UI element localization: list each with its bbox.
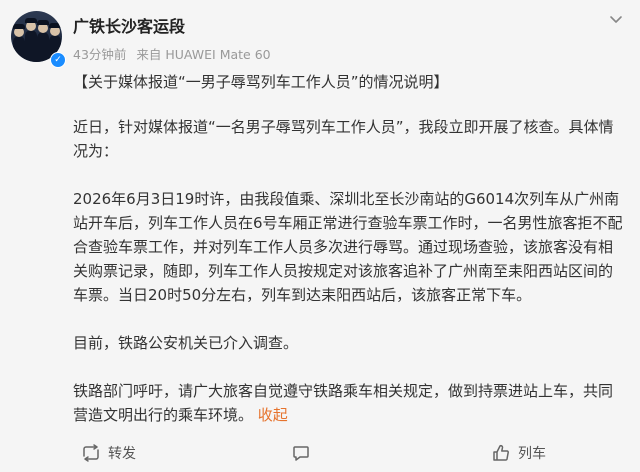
post-paragraph: 2026年6月3日19时许，由我段值乘、深圳北至长沙南站的G6014次列车从广州… — [73, 190, 623, 304]
like-icon — [493, 444, 509, 461]
like-label: 列车 — [518, 446, 546, 462]
post-meta: 43分钟前 来自 HUAWEI Mate 60 — [73, 44, 277, 63]
post-time: 43分钟前 — [73, 47, 127, 62]
post-title: 【关于媒体报道“一男子辱骂列车工作人员”的情况说明】 — [73, 73, 449, 91]
post-content: 【关于媒体报道“一男子辱骂列车工作人员”的情况说明】 近日，针对媒体报道“一名男… — [73, 70, 627, 427]
more-icon[interactable] — [604, 10, 628, 34]
post-paragraph: 目前，铁路公安机关已介入调查。 — [73, 334, 299, 352]
comment-icon — [293, 446, 309, 461]
like-button[interactable]: 列车 — [492, 434, 546, 472]
post-paragraph: 近日，针对媒体报道“一名男子辱骂列车工作人员”，我段立即开展了核查。具体情况为： — [73, 118, 614, 160]
repost-icon — [83, 444, 99, 462]
collapse-link[interactable]: 收起 — [258, 406, 288, 424]
verified-icon: ✓ — [50, 52, 66, 68]
account-name[interactable]: 广铁长沙客运段 — [73, 13, 185, 37]
post-header: ✓ 广铁长沙客运段 43分钟前 来自 HUAWEI Mate 60 — [0, 0, 640, 72]
post-paragraph-text: 铁路部门呼吁，请广大旅客自觉遵守铁路乘车相关规定，做到持票进站上车，共同营造文明… — [73, 382, 614, 424]
repost-label: 转发 — [108, 446, 136, 462]
comment-button[interactable] — [292, 434, 318, 472]
repost-button[interactable]: 转发 — [82, 434, 136, 472]
action-bar: 转发 列车 — [0, 434, 640, 472]
post-paragraph-last: 铁路部门呼吁，请广大旅客自觉遵守铁路乘车相关规定，做到持票进站上车，共同营造文明… — [73, 379, 627, 427]
post-source: 来自 HUAWEI Mate 60 — [136, 47, 271, 62]
